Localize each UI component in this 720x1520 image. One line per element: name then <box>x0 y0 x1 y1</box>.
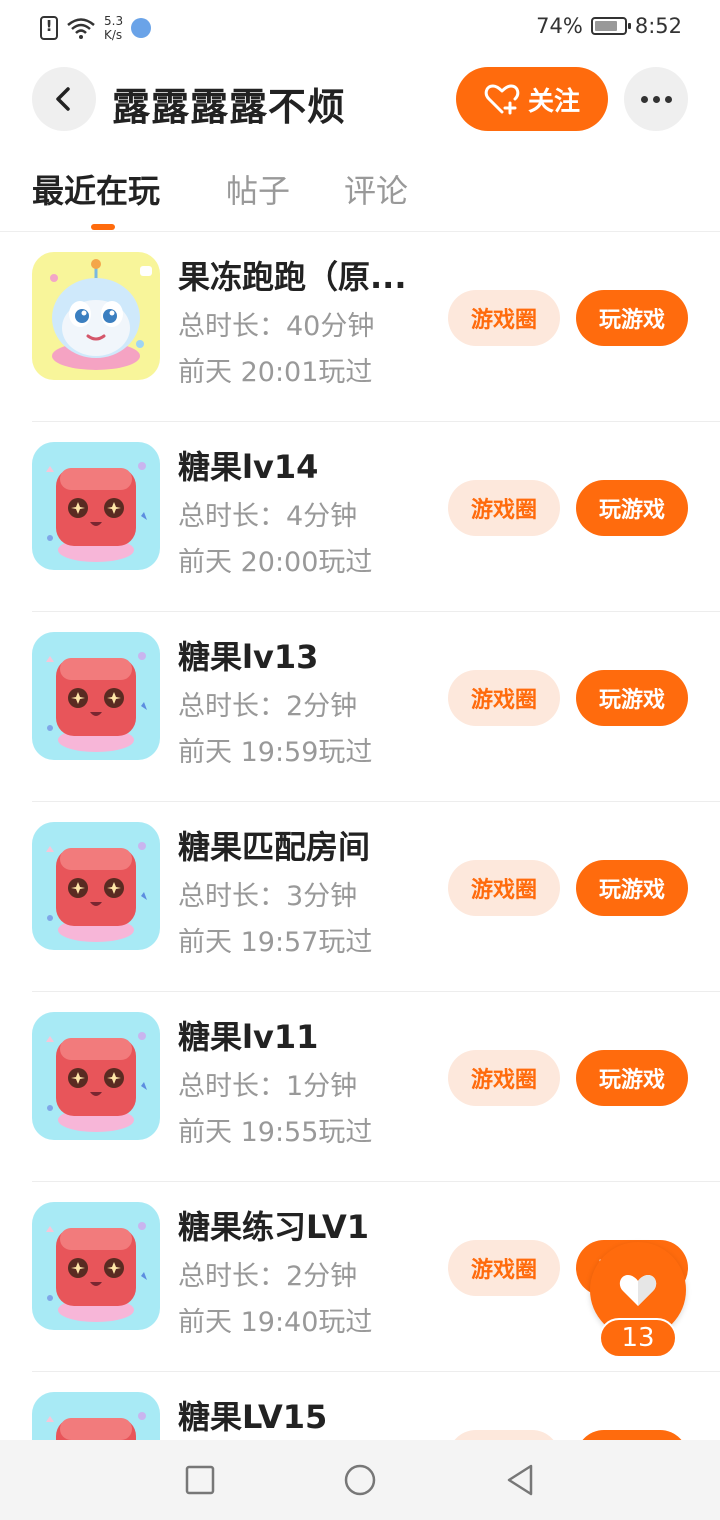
game-last-played: 前天 19:59玩过 <box>178 737 373 768</box>
net-speed-unit: K/s <box>104 28 123 42</box>
game-circle-button[interactable]: 游戏圈 <box>448 1050 560 1106</box>
header: 露露露露不烦 关注 <box>0 66 720 134</box>
list-item[interactable]: 糖果lv14 总时长：4分钟 前天 20:00玩过 游戏圈 玩游戏 <box>0 422 720 612</box>
candy-cube-icon[interactable] <box>32 1392 160 1440</box>
tab-active-indicator <box>91 224 115 230</box>
candy-cube-icon[interactable] <box>32 1202 160 1330</box>
play-game-button[interactable]: 玩游戏 <box>576 290 688 346</box>
play-game-button[interactable]: 玩游戏 <box>576 670 688 726</box>
game-duration: 总时长：2分钟 <box>178 1261 358 1292</box>
list-item[interactable]: 糖果LV15 <box>0 1372 720 1440</box>
tab-posts[interactable]: 帖子 <box>226 166 290 212</box>
game-duration: 总时长：2分钟 <box>178 691 358 722</box>
battery-icon <box>590 17 631 35</box>
game-name: 糖果匹配房间 <box>178 828 371 866</box>
game-last-played: 前天 20:00玩过 <box>178 547 373 578</box>
square-icon <box>185 1465 215 1495</box>
net-speed-value: 5.3 <box>104 14 124 28</box>
game-name: 糖果LV15 <box>178 1398 328 1436</box>
game-duration: 总时长：4分钟 <box>178 501 358 532</box>
game-circle-button[interactable]: 游戏圈 <box>448 670 560 726</box>
game-circle-button[interactable] <box>448 1430 560 1440</box>
list-item[interactable]: 糖果lv13 总时长：2分钟 前天 19:59玩过 游戏圈 玩游戏 <box>0 612 720 802</box>
like-count-badge: 13 <box>599 1318 677 1358</box>
play-game-button[interactable] <box>576 1430 688 1440</box>
tab-recent-played[interactable]: 最近在玩 <box>32 166 160 212</box>
game-name: 糖果练习LV1 <box>178 1208 370 1246</box>
heart-icon <box>619 1275 657 1306</box>
clock: 8:52 <box>634 14 682 38</box>
tab-bar: 最近在玩 帖子 评论 <box>0 162 720 232</box>
game-duration: 总时长：1分钟 <box>178 1071 358 1102</box>
app-notification-icon <box>131 18 152 38</box>
candy-cube-icon[interactable] <box>32 632 160 760</box>
page-title: 露露露露不烦 <box>112 85 347 129</box>
game-last-played: 前天 19:55玩过 <box>178 1117 373 1148</box>
game-circle-button[interactable]: 游戏圈 <box>448 1240 560 1296</box>
home-button[interactable] <box>340 1460 380 1500</box>
alert-icon <box>40 16 58 40</box>
game-name: 果冻跑跑（原... <box>178 258 407 296</box>
follow-button[interactable]: 关注 <box>456 67 608 131</box>
circle-icon <box>344 1464 376 1496</box>
battery-percent: 74% <box>536 14 583 38</box>
more-button[interactable] <box>624 67 688 131</box>
game-circle-button[interactable]: 游戏圈 <box>448 860 560 916</box>
candy-cube-icon[interactable] <box>32 1012 160 1140</box>
game-duration: 总时长：3分钟 <box>178 881 358 912</box>
candy-cube-icon[interactable] <box>32 442 160 570</box>
back-nav-button[interactable] <box>500 1460 540 1500</box>
play-game-button[interactable]: 玩游戏 <box>576 1050 688 1106</box>
more-dot-icon <box>652 95 660 103</box>
list-item[interactable]: 果冻跑跑（原... 总时长：40分钟 前天 20:01玩过 游戏圈 玩游戏 <box>0 232 720 422</box>
chevron-left-icon <box>56 87 70 111</box>
status-left: 5.3 K/s <box>40 14 152 42</box>
game-name: 糖果lv14 <box>178 448 319 486</box>
recent-apps-button[interactable] <box>180 1460 220 1500</box>
game-duration: 总时长：40分钟 <box>178 311 375 342</box>
more-dot-icon <box>640 95 648 103</box>
follow-label: 关注 <box>527 86 580 117</box>
status-right: 74% 8:52 <box>536 14 682 38</box>
net-speed: 5.3 K/s <box>104 14 123 42</box>
list-item[interactable]: 糖果匹配房间 总时长：3分钟 前天 19:57玩过 游戏圈 玩游戏 <box>0 802 720 992</box>
heart-plus-icon <box>484 84 520 115</box>
wifi-icon <box>67 18 95 39</box>
game-name: 糖果lv11 <box>178 1018 319 1056</box>
game-last-played: 前天 20:01玩过 <box>178 357 373 388</box>
game-last-played: 前天 19:40玩过 <box>178 1307 373 1338</box>
status-bar: 5.3 K/s 74% 8:52 <box>0 0 720 56</box>
list-item[interactable]: 糖果lv11 总时长：1分钟 前天 19:55玩过 游戏圈 玩游戏 <box>0 992 720 1182</box>
tab-comments[interactable]: 评论 <box>344 166 408 212</box>
play-game-button[interactable]: 玩游戏 <box>576 480 688 536</box>
game-last-played: 前天 19:57玩过 <box>178 927 373 958</box>
game-circle-button[interactable]: 游戏圈 <box>448 480 560 536</box>
more-dot-icon <box>664 95 672 103</box>
triangle-back-icon <box>507 1464 533 1496</box>
play-game-button[interactable]: 玩游戏 <box>576 860 688 916</box>
jelly-runner-icon[interactable] <box>32 252 160 380</box>
game-name: 糖果lv13 <box>178 638 319 676</box>
back-button[interactable] <box>32 67 96 131</box>
game-circle-button[interactable]: 游戏圈 <box>448 290 560 346</box>
candy-cube-icon[interactable] <box>32 822 160 950</box>
system-nav-bar <box>0 1440 720 1520</box>
